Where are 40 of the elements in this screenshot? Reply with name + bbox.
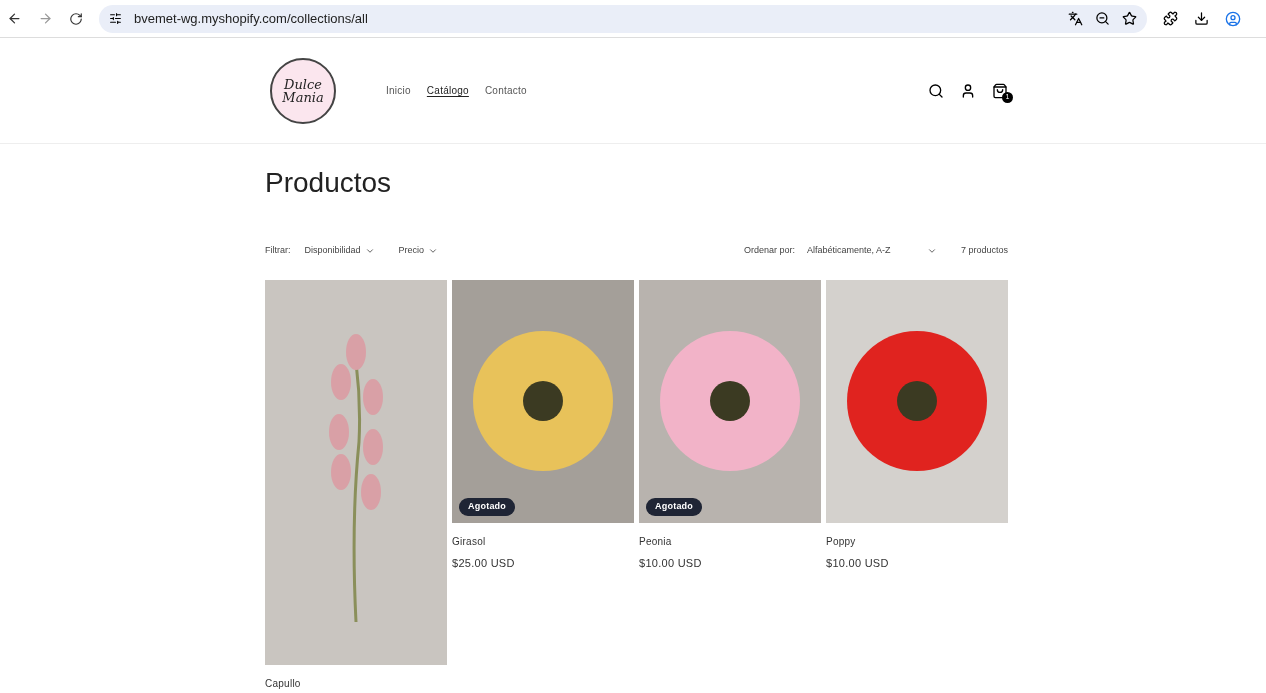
sold-out-badge: Agotado [459, 498, 516, 516]
bookmark-star-icon[interactable] [1122, 11, 1137, 26]
url-text: bvemet-wg.myshopify.com/collections/all [134, 9, 369, 28]
logo-text: Mania [282, 90, 324, 104]
filter-dropdown[interactable]: Disponibilidad [304, 244, 375, 258]
nav-link[interactable]: Catálogo [426, 83, 469, 98]
product-name[interactable]: Peonia [639, 533, 821, 549]
site-settings-icon[interactable] [109, 12, 122, 25]
sort-dropdown[interactable]: Alfabéticamente, A-Z [806, 244, 937, 258]
page-title: Productos [265, 166, 393, 200]
download-icon[interactable] [1194, 11, 1209, 26]
product-price: $25.00 USD [452, 555, 516, 571]
reload-icon[interactable] [69, 11, 83, 26]
photo-placeholder[interactable]: Agotado [452, 279, 634, 523]
sold-out-badge: Agotado [646, 498, 703, 516]
product-price: $10.00 USD [639, 555, 703, 571]
filter-dropdown[interactable]: Precio [398, 244, 439, 258]
logo-text: Dulce [284, 77, 322, 91]
logo[interactable]: Dulce Mania [270, 57, 336, 124]
product-name[interactable]: Poppy [826, 533, 1008, 549]
extensions-icon[interactable] [1163, 11, 1178, 26]
product-name[interactable]: Girasol [452, 533, 634, 549]
photo-placeholder[interactable]: Agotado [639, 279, 821, 523]
product-count: 7 productos [960, 244, 1008, 257]
product-name[interactable]: Capullo [265, 675, 447, 691]
sort-label: Ordenar por: [743, 244, 795, 257]
forward-icon[interactable] [38, 11, 53, 26]
nav-link[interactable]: Contacto [484, 83, 527, 98]
translate-icon[interactable] [1068, 11, 1083, 26]
address-bar[interactable]: bvemet-wg.myshopify.com/collections/all [99, 4, 1147, 33]
zoom-icon[interactable] [1095, 11, 1110, 26]
account-icon[interactable] [960, 82, 976, 99]
filter-label: Filtrar: [265, 244, 291, 257]
profile-icon[interactable] [1225, 10, 1241, 27]
back-icon[interactable] [7, 11, 22, 26]
photo-placeholder[interactable] [826, 279, 1008, 523]
product-price: $10.00 USD [826, 555, 890, 571]
search-icon[interactable] [928, 82, 944, 99]
nav-link[interactable]: Inicio [386, 83, 411, 98]
cart-icon[interactable] [992, 82, 1008, 99]
